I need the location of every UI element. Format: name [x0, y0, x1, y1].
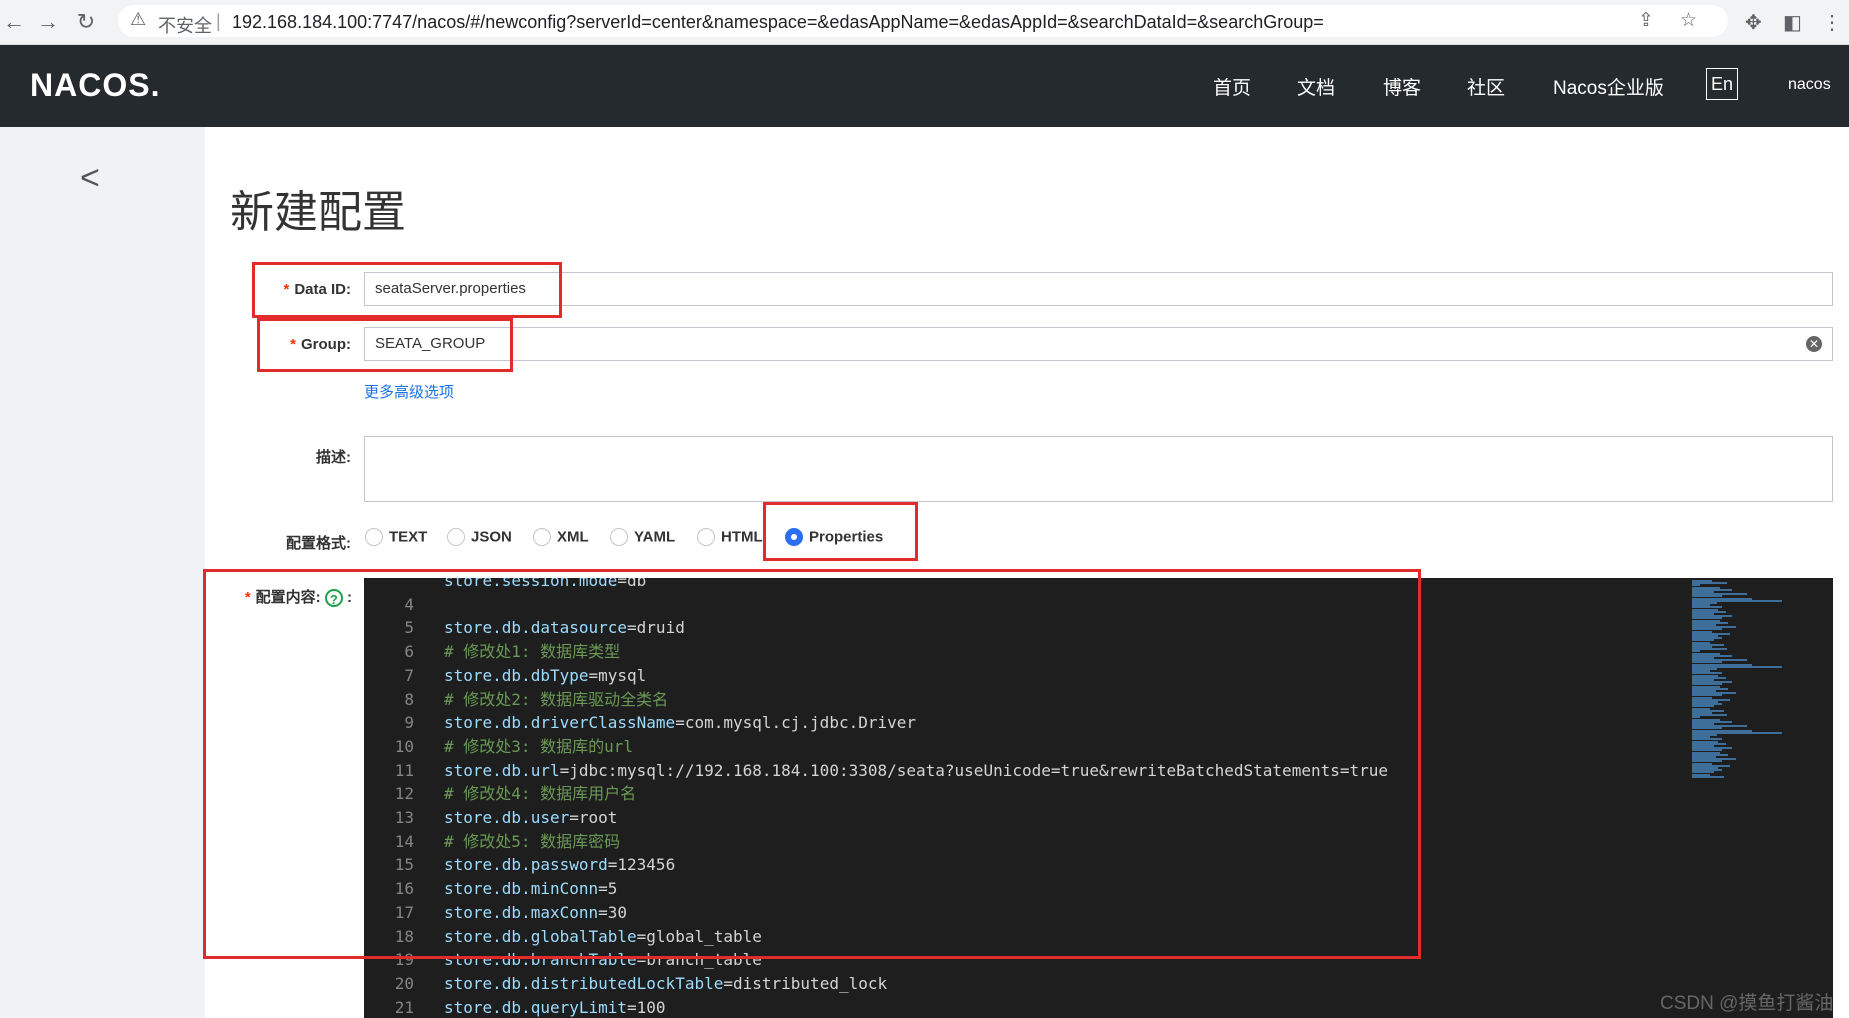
language-switch-button[interactable]: En	[1706, 68, 1738, 100]
highlight-box-properties	[763, 502, 918, 561]
menu-docs[interactable]: 文档	[1297, 73, 1335, 100]
radio-circle	[610, 528, 628, 547]
highlight-box-group	[257, 318, 513, 372]
format-radio-yaml[interactable]: YAML	[610, 528, 675, 547]
share-icon[interactable]: ⇪	[1638, 9, 1654, 32]
menu-enterprise[interactable]: Nacos企业版	[1553, 73, 1664, 100]
chevron-left-icon[interactable]: <	[80, 159, 100, 198]
extensions-icon[interactable]: ✥	[1745, 10, 1762, 35]
reload-icon[interactable]: ↻	[72, 8, 100, 36]
format-radio-json[interactable]: JSON	[447, 528, 512, 547]
radio-circle	[447, 528, 465, 547]
warning-icon: ⚠	[130, 9, 147, 29]
side-panel-icon[interactable]: ◧	[1783, 10, 1802, 35]
minimap-stroke	[1692, 775, 1724, 778]
format-radio-text[interactable]: TEXT	[365, 528, 427, 547]
clear-icon[interactable]: ✕	[1806, 336, 1822, 352]
group-input[interactable]: SEATA_GROUP ✕	[364, 327, 1833, 361]
bookmark-star-icon[interactable]: ☆	[1680, 9, 1697, 32]
radio-circle	[365, 528, 383, 547]
format-radio-html[interactable]: HTML	[697, 528, 763, 547]
code-line: 21 store.db.queryLimit=100	[364, 996, 1833, 1018]
desc-label: 描述:	[316, 449, 351, 466]
back-arrow-icon[interactable]: ←	[0, 8, 28, 36]
menu-blog[interactable]: 博客	[1383, 73, 1421, 100]
code-key: store.db.distributedLockTable	[444, 973, 724, 993]
menu-community[interactable]: 社区	[1467, 73, 1505, 100]
app-header: NACOS. 首页 文档 博客 社区 Nacos企业版 En nacos	[0, 45, 1849, 127]
editor-minimap[interactable]	[1692, 578, 1792, 1018]
line-number: 20	[394, 973, 414, 993]
line-number: 21	[394, 997, 414, 1017]
watermark: CSDN @摸鱼打酱油	[1660, 993, 1834, 1014]
highlight-box-content	[203, 569, 1421, 959]
address-bar[interactable]: ⚠ 不安全 | 192.168.184.100:7747/nacos/#/new…	[118, 5, 1728, 37]
code-value: =100	[627, 997, 666, 1017]
browser-toolbar: ← → ↻ ⚠ 不安全 | 192.168.184.100:7747/nacos…	[0, 0, 1849, 45]
security-label: 不安全	[158, 16, 212, 36]
radio-circle	[533, 528, 551, 547]
data-id-input[interactable]: seataServer.properties	[364, 272, 1833, 306]
page-title: 新建配置	[230, 188, 406, 237]
radio-circle	[697, 528, 715, 547]
more-menu-icon[interactable]: ⋮	[1822, 10, 1842, 35]
format-label: 配置格式:	[286, 535, 351, 552]
nacos-logo[interactable]: NACOS.	[30, 67, 160, 104]
divider: |	[216, 11, 221, 31]
menu-home[interactable]: 首页	[1213, 73, 1251, 100]
user-name[interactable]: nacos	[1788, 76, 1831, 94]
sidebar: <	[0, 127, 205, 1018]
code-text: store.db.queryLimit=100	[444, 996, 666, 1018]
code-value: =distributed_lock	[723, 973, 888, 993]
advanced-options-link[interactable]: 更多高级选项	[364, 381, 454, 402]
code-key: store.db.queryLimit	[444, 997, 628, 1017]
format-radio-xml[interactable]: XML	[533, 528, 589, 547]
code-text: store.db.distributedLockTable=distribute…	[444, 972, 887, 996]
highlight-box-data-id	[252, 262, 562, 318]
url-text[interactable]: 192.168.184.100:7747/nacos/#/newconfig?s…	[232, 12, 1324, 33]
code-line: 20 store.db.distributedLockTable=distribu…	[364, 972, 1833, 996]
description-textarea[interactable]	[364, 436, 1833, 502]
forward-arrow-icon[interactable]: →	[34, 8, 62, 36]
